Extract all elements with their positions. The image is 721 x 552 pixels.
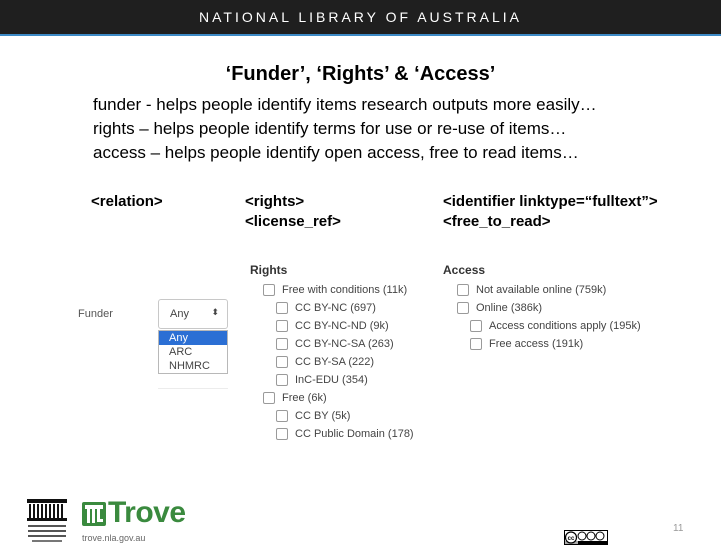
checkbox[interactable] [276, 302, 288, 314]
tag-free-to-read: <free_to_read> [443, 213, 551, 230]
rights-option[interactable]: CC BY-SA (222) [276, 353, 414, 371]
rights-facet-list: Free with conditions (11k) CC BY-NC (697… [263, 281, 414, 443]
description-lines: funder - helps people identify items res… [93, 93, 597, 165]
checkbox[interactable] [276, 428, 288, 440]
rights-option[interactable]: Free with conditions (11k) [263, 281, 414, 299]
access-option-label: Free access (191k) [489, 338, 584, 350]
checkbox[interactable] [263, 284, 275, 296]
rights-option[interactable]: CC BY-NC-SA (263) [276, 335, 414, 353]
divider [158, 388, 228, 389]
tag-identifier: <identifier linktype=“fulltext”> [443, 193, 658, 210]
funder-option-arc[interactable]: ARC [159, 345, 227, 359]
trove-logo-text: Trove [108, 496, 186, 529]
header-title: NATIONAL LIBRARY OF AUSTRALIA [199, 9, 522, 25]
rights-option[interactable]: CC BY-NC (697) [276, 299, 414, 317]
checkbox[interactable] [276, 320, 288, 332]
rights-option-label: CC BY-SA (222) [295, 356, 375, 368]
svg-text:cc: cc [568, 536, 575, 542]
trove-icon [82, 502, 106, 526]
checkbox[interactable] [457, 284, 469, 296]
access-option-label: Access conditions apply (195k) [489, 320, 641, 332]
header-bar: NATIONAL LIBRARY OF AUSTRALIA [0, 0, 721, 36]
trove-url: trove.nla.gov.au [82, 533, 146, 543]
checkbox[interactable] [470, 320, 482, 332]
description-funder: funder - helps people identify items res… [93, 95, 597, 114]
funder-option-any[interactable]: Any [159, 331, 227, 345]
checkbox[interactable] [470, 338, 482, 350]
tag-license-ref: <license_ref> [245, 213, 341, 230]
page-number: 11 [673, 523, 684, 534]
rights-option-label: CC BY-NC-SA (263) [295, 338, 394, 350]
tag-relation: <relation> [91, 193, 163, 210]
checkbox[interactable] [276, 338, 288, 350]
funder-select[interactable]: Any ⬍ [158, 299, 228, 329]
rights-option-label: CC BY-NC (697) [295, 302, 376, 314]
rights-option[interactable]: CC BY-NC-ND (9k) [276, 317, 414, 335]
rights-option-label: CC Public Domain (178) [295, 428, 414, 440]
checkbox[interactable] [276, 356, 288, 368]
rights-option-label: InC-EDU (354) [295, 374, 368, 386]
access-option-label: Not available online (759k) [476, 284, 607, 296]
funder-dropdown[interactable]: Any ARC NHMRC [158, 330, 228, 374]
checkbox[interactable] [276, 374, 288, 386]
rights-option[interactable]: Free (6k) [263, 389, 414, 407]
slide-title: ‘Funder’, ‘Rights’ & ‘Access’ [225, 63, 496, 85]
checkbox[interactable] [457, 302, 469, 314]
rights-option[interactable]: CC Public Domain (178) [276, 425, 414, 443]
access-option[interactable]: Online (386k) [457, 299, 641, 317]
select-arrows-icon: ⬍ [211, 307, 219, 317]
access-option-label: Online (386k) [476, 302, 543, 314]
cc-license-badge: cc [564, 530, 608, 545]
access-option[interactable]: Free access (191k) [470, 335, 641, 353]
funder-select-value: Any [170, 308, 189, 320]
nla-logo [27, 499, 67, 542]
rights-option-label: CC BY (5k) [295, 410, 351, 422]
rights-option[interactable]: CC BY (5k) [276, 407, 414, 425]
funder-option-nhmrc[interactable]: NHMRC [159, 359, 227, 373]
funder-label: Funder [78, 308, 113, 320]
description-access: access – helps people identify open acce… [93, 143, 579, 162]
rights-option-label: Free (6k) [282, 392, 327, 404]
checkbox[interactable] [276, 410, 288, 422]
rights-option-label: Free with conditions (11k) [282, 284, 408, 296]
access-heading: Access [443, 263, 486, 277]
tag-rights: <rights> [245, 193, 305, 210]
access-option[interactable]: Access conditions apply (195k) [470, 317, 641, 335]
rights-option-label: CC BY-NC-ND (9k) [295, 320, 389, 332]
access-facet-list: Not available online (759k) Online (386k… [457, 281, 641, 353]
checkbox[interactable] [263, 392, 275, 404]
access-option[interactable]: Not available online (759k) [457, 281, 641, 299]
rights-heading: Rights [250, 263, 288, 277]
description-rights: rights – helps people identify terms for… [93, 119, 567, 138]
rights-option[interactable]: InC-EDU (354) [276, 371, 414, 389]
